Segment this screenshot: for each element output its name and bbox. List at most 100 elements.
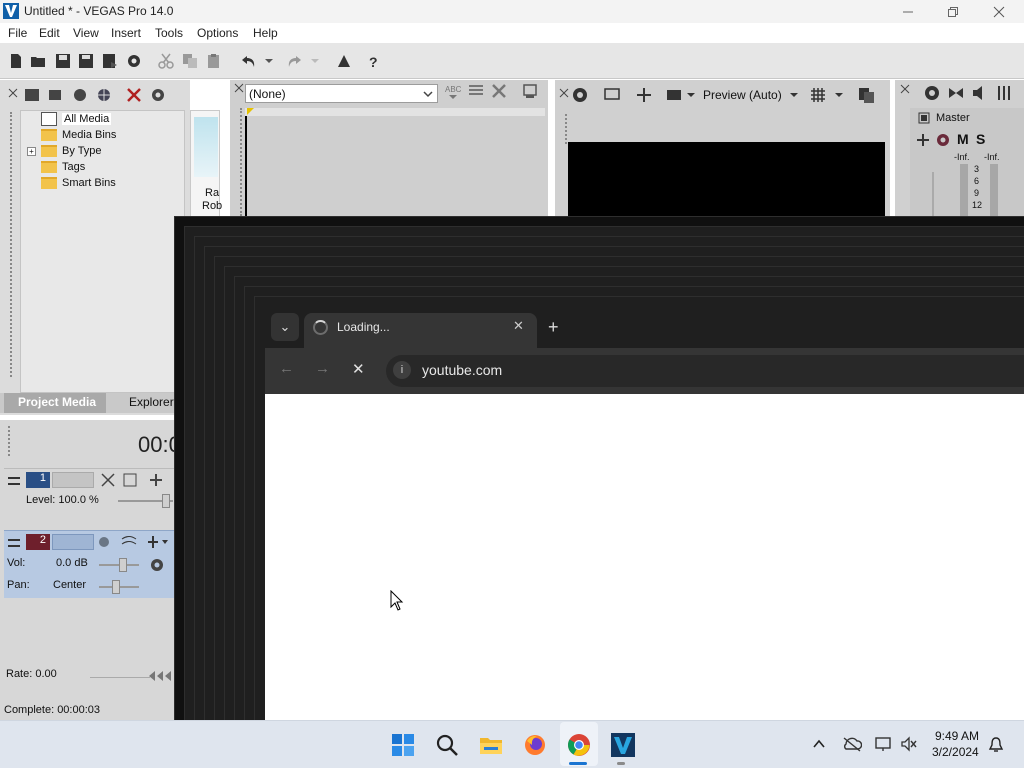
capture-video-icon[interactable] xyxy=(48,87,64,103)
new-project-icon[interactable] xyxy=(8,53,24,69)
extract-audio-icon[interactable] xyxy=(72,87,88,103)
master-fader[interactable] xyxy=(932,172,934,222)
level-slider-knob[interactable] xyxy=(162,494,170,508)
tree-item-all-media[interactable]: All Media xyxy=(41,111,112,127)
restore-button[interactable] xyxy=(930,0,976,23)
audio-track-header[interactable]: 2 Vol: 0.0 dB Pan: Center xyxy=(4,530,175,598)
redo-icon[interactable] xyxy=(286,53,302,69)
chevron-down-icon[interactable] xyxy=(834,90,844,100)
track-collapse-icon[interactable] xyxy=(8,537,20,549)
tree-item-smart-bins[interactable]: Smart Bins xyxy=(41,175,116,191)
vol-slider-knob[interactable] xyxy=(119,558,127,572)
expand-icon[interactable]: + xyxy=(27,146,36,156)
panel-close-icon[interactable] xyxy=(234,83,244,93)
track-name-field[interactable] xyxy=(52,534,94,550)
track-motion-icon[interactable] xyxy=(122,472,138,488)
menu-insert[interactable]: Insert xyxy=(111,26,141,40)
forward-arrow-icon[interactable]: → xyxy=(315,360,330,377)
stop-loading-icon[interactable]: ✕ xyxy=(352,360,365,378)
grip[interactable] xyxy=(8,426,11,456)
external-monitor-icon[interactable] xyxy=(603,86,621,104)
clock-date[interactable]: 3/2/2024 xyxy=(932,745,979,759)
import-media-icon[interactable] xyxy=(24,87,40,103)
arm-record-icon[interactable] xyxy=(98,536,110,548)
whats-this-help-icon[interactable]: ? xyxy=(367,53,383,69)
track-fx-icon[interactable] xyxy=(100,472,116,488)
tab-search-chevron-icon[interactable]: ⌄ xyxy=(271,313,299,341)
master-fx-icon[interactable] xyxy=(915,132,931,148)
solo-button[interactable]: S xyxy=(976,131,985,147)
trimmer-options-icon[interactable] xyxy=(522,83,538,99)
preview-properties-gear-icon[interactable] xyxy=(571,86,589,104)
track-collapse-icon[interactable] xyxy=(8,475,20,487)
onedrive-offline-icon[interactable] xyxy=(842,736,862,752)
spell-abc-icon[interactable]: ABC xyxy=(445,84,461,100)
menu-file[interactable]: File xyxy=(8,26,27,40)
close-button[interactable] xyxy=(976,0,1022,23)
enable-snapping-icon[interactable] xyxy=(336,53,352,69)
panel-grip[interactable] xyxy=(10,112,13,377)
firefox-icon[interactable] xyxy=(523,733,547,757)
trimmer-timeline[interactable] xyxy=(245,108,545,116)
search-icon[interactable] xyxy=(435,733,459,757)
grip[interactable] xyxy=(565,114,568,144)
redo-history-chevron-icon[interactable] xyxy=(310,53,320,69)
compositing-mode-icon[interactable] xyxy=(148,472,164,488)
menu-help[interactable]: Help xyxy=(253,26,278,40)
trimmer-history-dropdown[interactable]: (None) xyxy=(245,84,438,103)
file-explorer-icon[interactable] xyxy=(479,733,503,757)
tree-item-media-bins[interactable]: Media Bins xyxy=(41,127,116,143)
grip[interactable] xyxy=(240,108,243,216)
start-icon[interactable] xyxy=(391,733,415,757)
master-gear-icon[interactable] xyxy=(935,132,951,148)
page-content[interactable] xyxy=(265,394,1024,720)
chevron-up-icon[interactable] xyxy=(812,738,826,750)
mixer-levels-icon[interactable] xyxy=(995,84,1013,102)
preview-mode-dropdown-icon[interactable] xyxy=(665,86,695,104)
mixer-properties-gear-icon[interactable] xyxy=(923,84,941,102)
render-icon[interactable] xyxy=(102,53,118,69)
tree-item-by-type[interactable]: + By Type xyxy=(27,143,102,159)
track-name-field[interactable] xyxy=(52,472,94,488)
preview-quality-label[interactable]: Preview (Auto) xyxy=(703,88,782,102)
speaker-icon[interactable] xyxy=(971,84,989,102)
tree-item-tags[interactable]: Tags xyxy=(41,159,85,175)
media-properties-gear-icon[interactable] xyxy=(150,87,166,103)
remove-media-icon[interactable] xyxy=(126,87,142,103)
overlays-grid-icon[interactable] xyxy=(809,86,827,104)
mute-button[interactable]: M xyxy=(957,131,969,147)
menu-options[interactable]: Options xyxy=(197,26,238,40)
panel-close-icon[interactable] xyxy=(559,88,569,98)
save-icon[interactable] xyxy=(55,53,71,69)
properties-gear-icon[interactable] xyxy=(126,53,142,69)
split-screen-icon[interactable] xyxy=(635,86,653,104)
url-text[interactable]: youtube.com xyxy=(422,362,502,378)
panel-close-icon[interactable] xyxy=(900,84,910,94)
undo-icon[interactable] xyxy=(241,53,257,69)
menu-view[interactable]: View xyxy=(73,26,99,40)
remove-icon[interactable] xyxy=(491,83,507,99)
menu-edit[interactable]: Edit xyxy=(39,26,60,40)
paste-icon[interactable] xyxy=(206,53,222,69)
get-media-web-icon[interactable] xyxy=(96,87,112,103)
vegas-icon[interactable] xyxy=(611,733,635,757)
volume-muted-icon[interactable] xyxy=(900,736,918,752)
new-tab-icon[interactable]: + xyxy=(548,317,559,338)
copy-icon[interactable] xyxy=(182,53,198,69)
network-icon[interactable] xyxy=(874,736,892,752)
rate-slider[interactable] xyxy=(90,677,150,678)
copy-snapshot-icon[interactable] xyxy=(857,86,875,104)
back-arrow-icon[interactable]: ← xyxy=(279,360,294,377)
tab-close-icon[interactable]: ✕ xyxy=(513,318,524,334)
track-fx-gear-icon[interactable] xyxy=(149,557,165,573)
panel-close-icon[interactable] xyxy=(8,88,18,98)
open-icon[interactable] xyxy=(30,53,46,69)
video-track-header[interactable]: 1 Level: 100.0 % xyxy=(4,468,175,531)
clear-list-icon[interactable] xyxy=(468,83,484,99)
tab-project-media[interactable]: Project Media xyxy=(4,393,106,413)
rate-slider-knob-icon[interactable] xyxy=(148,670,174,682)
save-as-icon[interactable] xyxy=(78,53,94,69)
chevron-down-icon[interactable] xyxy=(789,90,799,100)
site-info-icon[interactable]: i xyxy=(393,361,411,379)
pan-slider-knob[interactable] xyxy=(112,580,120,594)
